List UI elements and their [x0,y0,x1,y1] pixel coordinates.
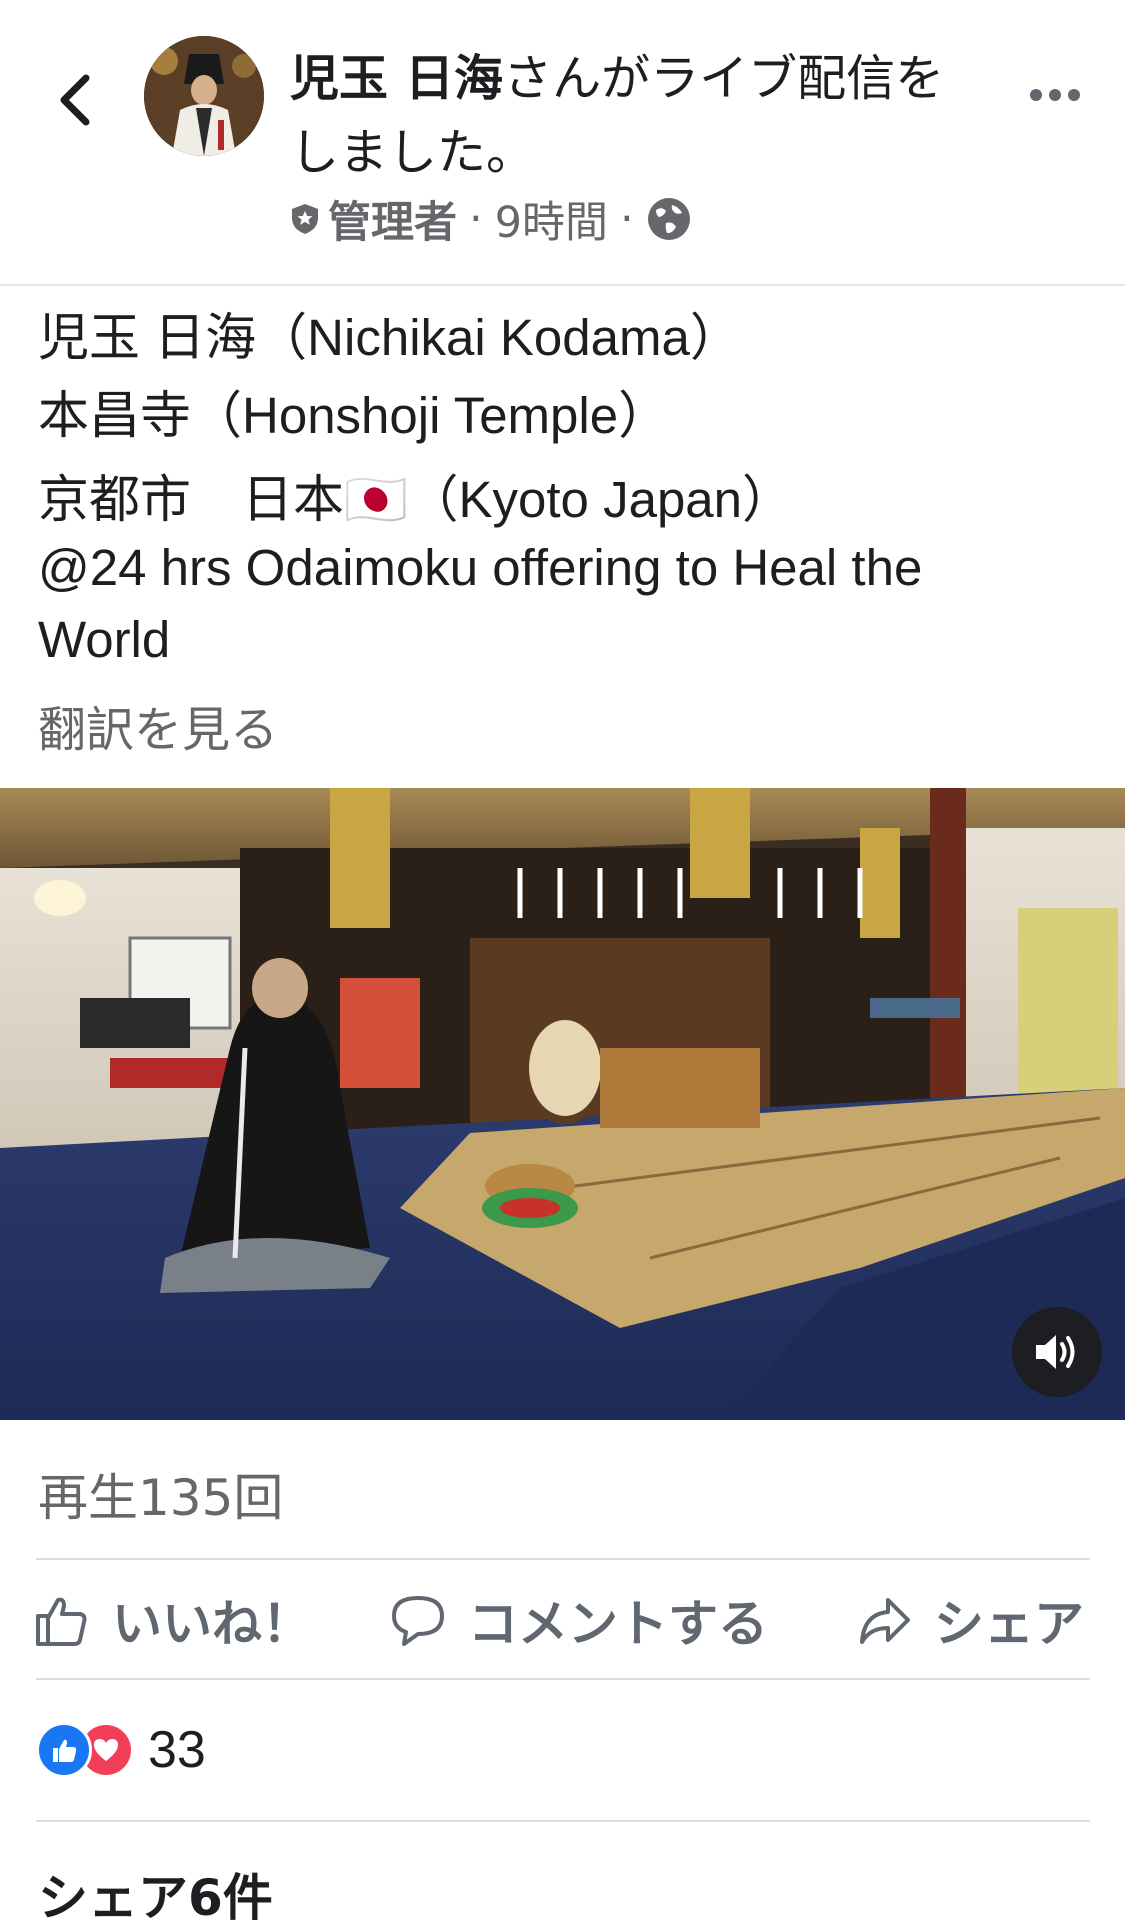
post-title: 児玉 日海さんがライブ配信をしました。 [290,42,990,190]
avatar[interactable] [144,36,264,156]
post-meta: 管理者 · 9時間 · [290,188,692,250]
thumbs-up-icon [36,1597,87,1646]
comment-button[interactable]: コメントする [390,1560,768,1680]
author-name[interactable]: 児玉 日海 [290,50,503,107]
globe-icon[interactable] [646,196,692,242]
volume-button[interactable] [1012,1307,1102,1397]
video-frame [0,788,1125,1420]
share-button[interactable]: シェア [856,1560,1084,1680]
post-line: 京都市 日本🇯🇵（Kyoto Japan） [38,471,794,528]
divider [0,284,1125,286]
shield-icon [292,204,318,234]
separator: · [469,194,483,244]
speaker-icon [1036,1335,1075,1369]
post-time[interactable]: 9時間 [495,188,608,250]
post-line: 児玉 日海（Nichikai Kodama） [38,309,741,366]
view-count: 再生135回 [38,1469,284,1527]
share-arrow-icon [860,1598,910,1644]
comment-bubble-icon [392,1596,444,1646]
share-label: シェア [934,1595,1084,1653]
post-line: 本昌寺（Honshoji Temple） [38,387,670,444]
comment-label: コメントする [468,1595,768,1653]
admin-badge: 管理者 [328,198,457,248]
like-label: いいね！ [112,1595,312,1653]
avatar-image [144,36,264,156]
separator: · [620,194,634,244]
more-dots-icon [1030,89,1080,101]
post-header: 児玉 日海さんがライブ配信をしました。 管理者 · 9時間 · [0,0,1125,284]
see-translation-link[interactable]: 翻訳を見る [38,690,278,760]
share-count[interactable]: シェア6件 [38,1858,273,1930]
like-reaction-icon [36,1722,92,1778]
more-options-button[interactable] [1020,70,1090,120]
post-line: World [38,611,171,668]
reaction-count: 33 [148,1721,206,1779]
post-line: @24 hrs Odaimoku offering to Heal the [38,539,923,596]
like-button[interactable]: いいね！ [34,1560,312,1680]
chevron-left-icon [60,74,90,126]
live-video-player[interactable] [0,788,1125,1420]
divider [36,1820,1090,1822]
reaction-summary[interactable]: 33 [36,1720,206,1780]
action-bar: いいね！ コメントする シェア [0,1560,1125,1680]
back-button[interactable] [44,60,104,140]
divider [36,1678,1090,1680]
